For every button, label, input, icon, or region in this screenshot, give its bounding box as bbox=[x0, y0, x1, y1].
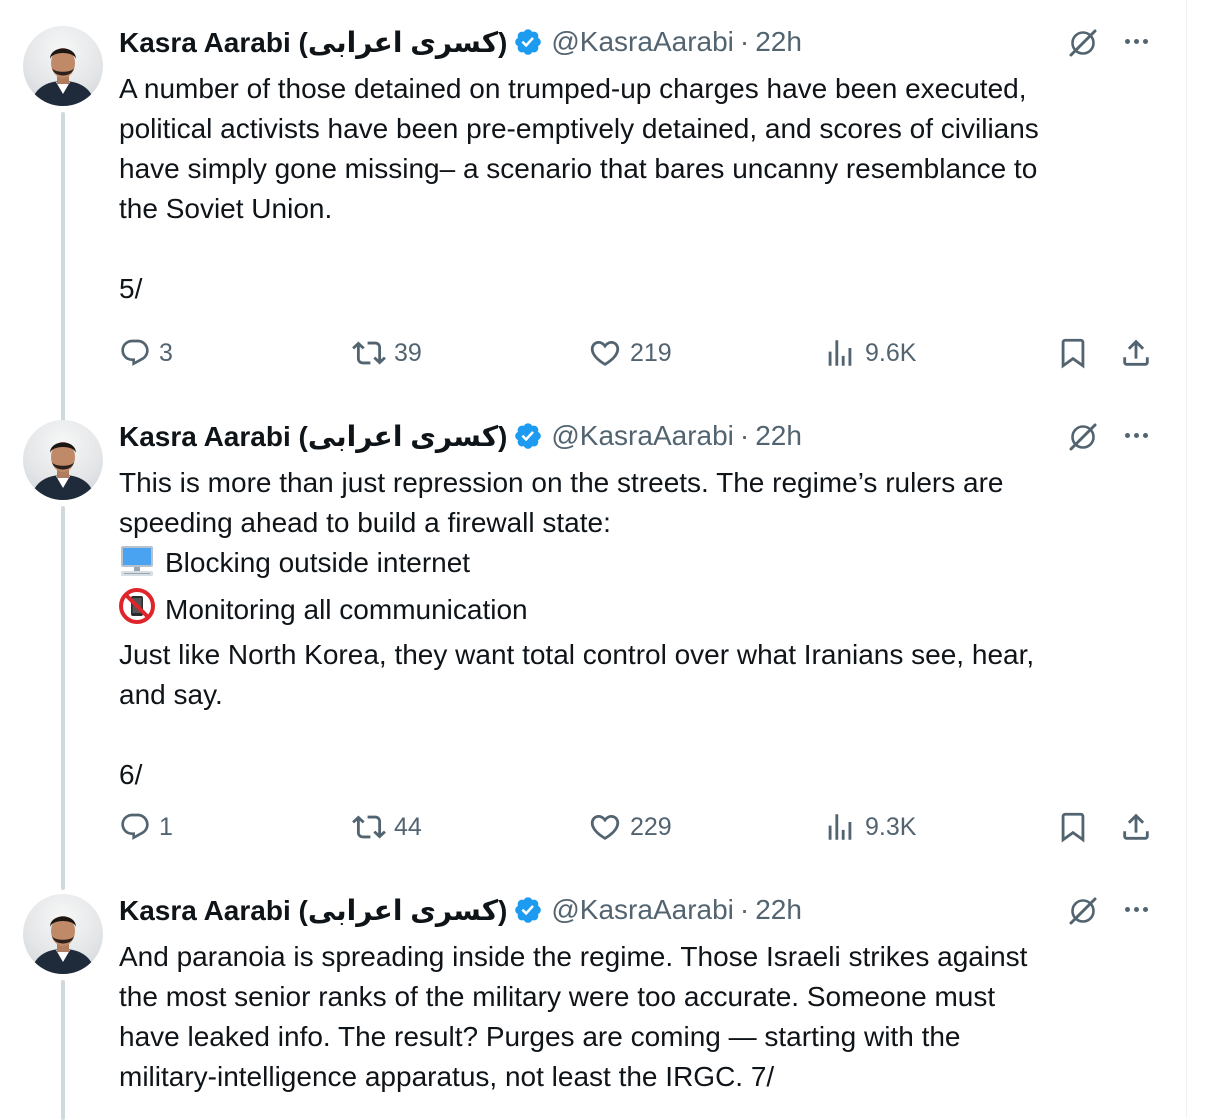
author-name[interactable]: Kasra Aarabi (کسری اعرابی) bbox=[119, 420, 507, 453]
action-bar: 1 44 229 9.3K bbox=[119, 807, 1159, 847]
share-icon bbox=[1123, 339, 1149, 366]
views-icon bbox=[828, 814, 852, 840]
thread-line bbox=[61, 112, 65, 422]
timeline-border bbox=[1186, 0, 1187, 1118]
tweet-line: military-intelligence apparatus, not lea… bbox=[119, 1061, 775, 1092]
verified-badge-icon[interactable] bbox=[513, 895, 543, 925]
list-item-text: Blocking outside internet bbox=[165, 547, 471, 578]
tweet-line: have simply gone missing– a scenario tha… bbox=[119, 153, 1038, 184]
separator: · bbox=[739, 420, 750, 451]
share-button[interactable] bbox=[1119, 807, 1161, 847]
tweet-line bbox=[119, 715, 1169, 755]
like-button[interactable]: 229 bbox=[588, 807, 672, 847]
tweet-line: political activists have been pre-emptiv… bbox=[119, 113, 1039, 144]
repost-icon bbox=[352, 815, 386, 839]
heart-icon bbox=[590, 814, 620, 840]
tweet-header: Kasra Aarabi (کسری اعرابی) @KasraAarabi … bbox=[119, 894, 802, 926]
author-handle[interactable]: @KasraAarabi bbox=[551, 420, 734, 452]
list-item-text: Monitoring all communication bbox=[165, 594, 528, 625]
tweet-line: the Soviet Union. bbox=[119, 193, 333, 224]
separator: · bbox=[739, 26, 750, 57]
reply-icon bbox=[121, 339, 149, 366]
reply-icon bbox=[121, 813, 149, 840]
thread-line bbox=[61, 980, 65, 1120]
bookmark-icon bbox=[1061, 338, 1085, 369]
timestamp[interactable]: 22h bbox=[755, 26, 802, 58]
tweet-line: 5/ bbox=[119, 273, 143, 304]
author-handle[interactable]: @KasraAarabi bbox=[551, 26, 734, 58]
tweet-text: This is more than just repression on the… bbox=[119, 463, 1169, 795]
tweet-header: Kasra Aarabi (کسری اعرابی) @KasraAarabi … bbox=[119, 26, 802, 58]
timestamp[interactable]: 22h bbox=[755, 894, 802, 926]
grok-icon[interactable] bbox=[1066, 422, 1100, 452]
bookmark-icon bbox=[1061, 812, 1085, 843]
tweet-text: And paranoia is spreading inside the reg… bbox=[119, 937, 1169, 1097]
like-count: 229 bbox=[630, 812, 672, 841]
heart-icon bbox=[590, 340, 620, 366]
tweet-line: Just like North Korea, they want total c… bbox=[119, 639, 1035, 670]
separator: · bbox=[739, 894, 750, 925]
verified-badge-icon[interactable] bbox=[513, 421, 543, 451]
repost-button[interactable]: 39 bbox=[352, 333, 422, 373]
more-options-icon[interactable] bbox=[1119, 420, 1153, 450]
more-options-icon[interactable] bbox=[1119, 894, 1153, 924]
tweet-line: 6/ bbox=[119, 759, 143, 790]
reply-button[interactable]: 3 bbox=[119, 333, 173, 373]
tweet-line: Blocking outside internet bbox=[119, 543, 1169, 588]
author-name[interactable]: Kasra Aarabi (کسری اعرابی) bbox=[119, 894, 507, 927]
tweet-line: A number of those detained on trumped-up… bbox=[119, 73, 1027, 104]
tweet-2[interactable]: Kasra Aarabi (کسری اعرابی) @KasraAarabi … bbox=[0, 420, 1186, 890]
bookmark-button[interactable] bbox=[1056, 807, 1098, 847]
like-button[interactable]: 219 bbox=[588, 333, 672, 373]
tweet-line: have leaked info. The result? Purges are… bbox=[119, 1021, 961, 1052]
repost-icon bbox=[352, 341, 386, 365]
avatar[interactable] bbox=[23, 26, 103, 106]
no-mobile-phones-icon bbox=[119, 588, 155, 635]
tweet-line: speeding ahead to build a firewall state… bbox=[119, 507, 611, 538]
avatar[interactable] bbox=[23, 894, 103, 974]
tweet-text: A number of those detained on trumped-up… bbox=[119, 69, 1169, 309]
share-icon bbox=[1123, 813, 1149, 840]
reply-count: 3 bbox=[159, 338, 173, 367]
bookmark-button[interactable] bbox=[1056, 333, 1098, 373]
repost-count: 39 bbox=[394, 338, 422, 367]
grok-icon[interactable] bbox=[1066, 896, 1100, 926]
tweet-line: Monitoring all communication bbox=[119, 588, 1169, 635]
avatar[interactable] bbox=[23, 420, 103, 500]
share-button[interactable] bbox=[1119, 333, 1161, 373]
author-handle[interactable]: @KasraAarabi bbox=[551, 894, 734, 926]
action-bar: 3 39 219 9.6K bbox=[119, 333, 1159, 373]
reply-count: 1 bbox=[159, 812, 173, 841]
like-count: 219 bbox=[630, 338, 672, 367]
views-count: 9.3K bbox=[865, 812, 917, 841]
tweet-line: the most senior ranks of the military we… bbox=[119, 981, 996, 1012]
views-button[interactable]: 9.3K bbox=[823, 807, 916, 847]
views-count: 9.6K bbox=[865, 338, 917, 367]
grok-icon[interactable] bbox=[1066, 28, 1100, 58]
tweet-line bbox=[119, 229, 1169, 269]
timestamp[interactable]: 22h bbox=[755, 420, 802, 452]
verified-badge-icon[interactable] bbox=[513, 27, 543, 57]
author-name[interactable]: Kasra Aarabi (کسری اعرابی) bbox=[119, 26, 507, 59]
desktop-computer-icon bbox=[119, 545, 155, 588]
tweet-3[interactable]: Kasra Aarabi (کسری اعرابی) @KasraAarabi … bbox=[0, 894, 1186, 1120]
tweet-line: and say. bbox=[119, 679, 223, 710]
reply-button[interactable]: 1 bbox=[119, 807, 173, 847]
views-icon bbox=[828, 340, 852, 366]
views-button[interactable]: 9.6K bbox=[823, 333, 916, 373]
repost-button[interactable]: 44 bbox=[352, 807, 422, 847]
more-options-icon[interactable] bbox=[1119, 26, 1153, 56]
tweet-line: This is more than just repression on the… bbox=[119, 467, 1004, 498]
repost-count: 44 bbox=[394, 812, 422, 841]
thread-line bbox=[61, 506, 65, 890]
tweet-1[interactable]: Kasra Aarabi (کسری اعرابی) @KasraAarabi … bbox=[0, 26, 1186, 422]
tweet-header: Kasra Aarabi (کسری اعرابی) @KasraAarabi … bbox=[119, 420, 802, 452]
tweet-line: And paranoia is spreading inside the reg… bbox=[119, 941, 1028, 972]
